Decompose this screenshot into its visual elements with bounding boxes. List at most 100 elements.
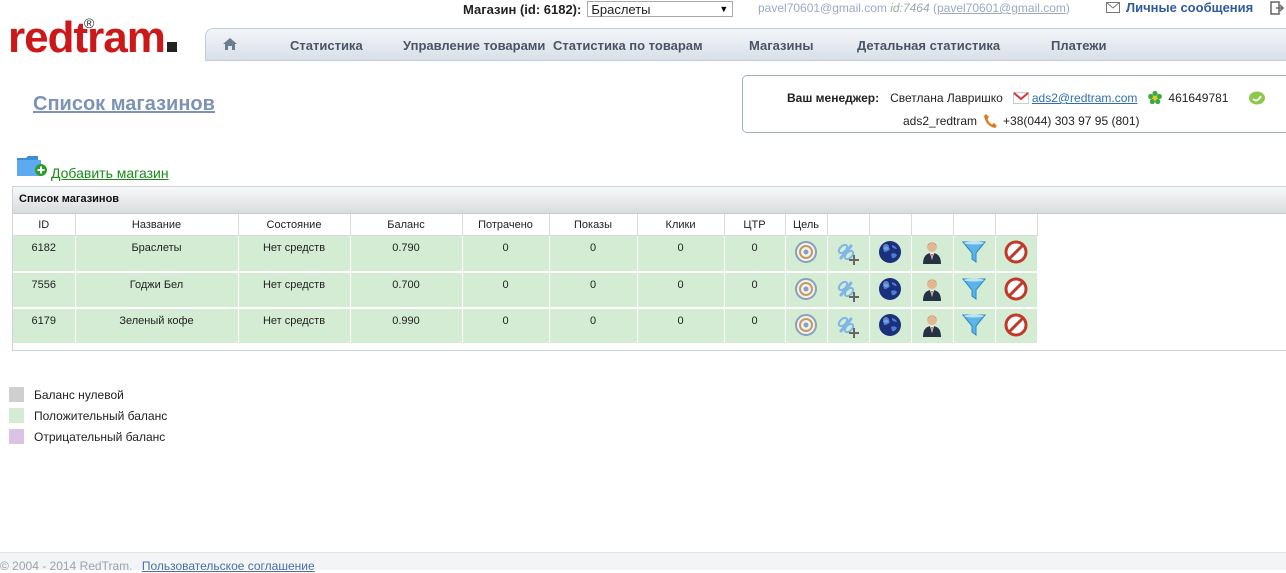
nav-shops[interactable]: Магазины: [749, 38, 813, 53]
page-title[interactable]: Список магазинов: [33, 93, 215, 116]
cell-action: [911, 307, 954, 345]
nav-detailed-statistics[interactable]: Детальная статистика: [857, 38, 1000, 53]
nav-products[interactable]: Управление товарами: [403, 38, 545, 53]
skype-icon: [1249, 91, 1266, 105]
logout-icon[interactable]: [1270, 1, 1285, 18]
target-icon[interactable]: [794, 277, 818, 304]
footer-agreement-link[interactable]: Пользовательское соглашение: [142, 559, 315, 573]
col-icon-6: [995, 214, 1038, 236]
nav-payments[interactable]: Платежи: [1051, 38, 1106, 53]
col-balance: Баланс: [350, 214, 463, 236]
target-icon[interactable]: [794, 240, 818, 267]
manager-icon[interactable]: [920, 240, 944, 267]
footer: © 2004 - 2014 RedTram. Пользовательское …: [0, 552, 1286, 573]
cell-action: [869, 235, 912, 273]
legend-item: Баланс нулевой: [9, 384, 167, 405]
legend-swatch-negative: [9, 429, 24, 444]
delete-icon[interactable]: [1004, 313, 1028, 340]
filter-icon[interactable]: [961, 313, 987, 340]
cell-action: [827, 307, 870, 345]
manager-icon[interactable]: [920, 277, 944, 304]
cell-action: [953, 307, 996, 345]
manager-skype: ads2_redtram: [903, 114, 978, 128]
manager-icon[interactable]: [920, 313, 944, 340]
cell-ctr: 0: [724, 235, 786, 273]
messages-link[interactable]: Личные сообщения: [1106, 0, 1253, 15]
col-icon-4: [911, 214, 954, 236]
filter-icon[interactable]: [961, 240, 987, 267]
cell-action: [995, 235, 1038, 273]
globe-icon[interactable]: [878, 240, 902, 267]
link-add-icon[interactable]: [835, 313, 861, 342]
col-icon-2: [827, 214, 870, 236]
cell-spent: 0: [462, 235, 550, 273]
redtram-logo[interactable]: redtram ®: [8, 16, 177, 60]
shop-selector-label: Магазин (id: 6182):: [463, 1, 582, 17]
col-icon-5: [953, 214, 996, 236]
cell-action: [995, 307, 1038, 345]
legend-item: Отрицательный баланс: [9, 426, 167, 447]
cell-state: Нет средств: [238, 307, 351, 345]
legend-label: Баланс нулевой: [34, 387, 124, 402]
col-clicks: Клики: [637, 214, 725, 236]
add-shop[interactable]: Добавить магазин: [16, 154, 169, 181]
delete-icon[interactable]: [1004, 277, 1028, 304]
cell-views: 0: [549, 271, 638, 309]
cell-action: [953, 235, 996, 273]
manager-phone: +38(044) 303 97 95 (801): [1003, 114, 1140, 128]
legend-item: Положительный баланс: [9, 405, 167, 426]
link-add-icon[interactable]: [835, 240, 861, 269]
table-header: ID Название Состояние Баланс Потрачено П…: [13, 214, 1038, 236]
legend-swatch-positive: [9, 408, 24, 423]
cell-views: 0: [549, 307, 638, 345]
folder-add-icon: [17, 156, 47, 176]
nav-statistics[interactable]: Статистика: [290, 38, 363, 53]
delete-icon[interactable]: [1004, 240, 1028, 267]
cell-clicks: 0: [637, 271, 725, 309]
manager-box: Ваш менеджер: Светлана Лавришко ads2@red…: [742, 75, 1286, 133]
filter-icon[interactable]: [961, 277, 987, 304]
cell-spent: 0: [462, 271, 550, 309]
col-spent: Потрачено: [462, 214, 550, 236]
cell-id: 6182: [13, 235, 76, 273]
logo-dot: [166, 42, 177, 52]
cell-name: Браслеты: [75, 235, 239, 273]
shop-select[interactable]: Браслеты ▼: [587, 1, 734, 17]
cell-spent: 0: [462, 307, 550, 345]
add-shop-link[interactable]: Добавить магазин: [51, 165, 169, 181]
cell-name: Годжи Бел: [75, 271, 239, 309]
main-nav: Статистика Управление товарами Статистик…: [205, 28, 1286, 61]
cell-action: [953, 271, 996, 309]
cell-action: [869, 307, 912, 345]
cell-state: Нет средств: [238, 271, 351, 309]
cell-balance: 0.790: [350, 235, 463, 273]
cell-ctr: 0: [724, 307, 786, 345]
cell-clicks: 0: [637, 235, 725, 273]
manager-icq: 461649781: [1168, 91, 1229, 105]
table-row: 7556 Годжи Бел Нет средств 0.700 0 0 0 0: [13, 271, 1038, 309]
user-info: pavel70601@gmail.com id:7464 (pavel70601…: [758, 1, 1070, 15]
nav-product-statistics[interactable]: Статистика по товарам: [553, 38, 703, 53]
shops-panel-title: Список магазинов: [13, 187, 1286, 214]
home-icon[interactable]: [222, 37, 238, 54]
legend-label: Положительный баланс: [34, 408, 168, 423]
user-email-link[interactable]: pavel70601@gmail.com: [937, 1, 1066, 15]
cell-id: 7556: [13, 271, 76, 309]
link-add-icon[interactable]: [835, 277, 861, 306]
balance-legend: Баланс нулевой Положительный баланс Отри…: [9, 384, 167, 447]
phone-icon: [984, 114, 998, 128]
col-name: Название: [75, 214, 239, 236]
legend-swatch-zero: [9, 387, 24, 402]
envelope-icon: [1106, 2, 1120, 13]
col-ctr: ЦТР: [724, 214, 786, 236]
col-goal: Цель: [785, 214, 828, 236]
messages-label: Личные сообщения: [1126, 0, 1254, 15]
globe-icon[interactable]: [878, 313, 902, 340]
cell-action: [785, 235, 828, 273]
manager-email[interactable]: ads2@redtram.com: [1032, 91, 1138, 105]
globe-icon[interactable]: [878, 277, 902, 304]
manager-label: Ваш менеджер:: [787, 91, 880, 105]
col-state: Состояние: [238, 214, 351, 236]
shops-panel: Список магазинов ID Название Состояние Б…: [12, 186, 1286, 351]
target-icon[interactable]: [794, 313, 818, 340]
